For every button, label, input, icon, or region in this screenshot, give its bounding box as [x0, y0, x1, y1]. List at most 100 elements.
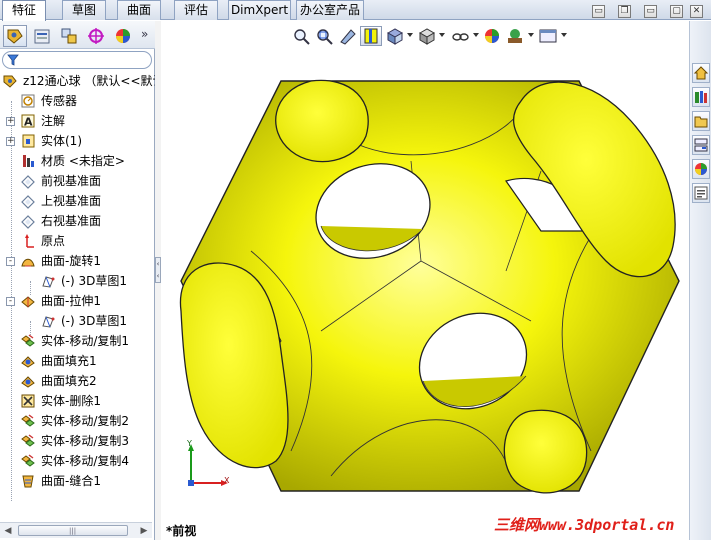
sensor-icon — [21, 94, 35, 108]
design-library-icon — [695, 91, 707, 103]
maximize-button[interactable]: ▢ — [670, 5, 683, 18]
scroll-right-icon[interactable]: ▶ — [139, 526, 149, 536]
tree-item[interactable]: (-) 3D草图1 — [0, 271, 152, 291]
material-icon — [23, 155, 34, 167]
tree-item[interactable]: 原点 — [0, 231, 152, 251]
feature-manager-panel: » z12通心球 （默认<<默认传感器 + A 注解 + 实体(1) 材质 <未指定> 前视基… — [0, 21, 165, 540]
revolve-surface-icon — [21, 258, 35, 267]
cap-top-left — [275, 79, 369, 163]
home-tab[interactable] — [692, 63, 710, 83]
close-button[interactable]: ✕ — [690, 5, 703, 18]
tree-item-label: 传感器 — [41, 94, 78, 108]
file-explorer-tab[interactable] — [692, 111, 710, 131]
tree-item-label: 注解 — [41, 114, 66, 128]
triad-y-label: Y — [187, 439, 192, 448]
feature-manager-tab[interactable] — [3, 25, 27, 47]
tree-item-label: 实体-移动/复制2 — [41, 414, 130, 428]
appearances-icon — [695, 163, 707, 175]
more-tabs-button[interactable]: » — [141, 27, 148, 41]
collapse-icon[interactable]: - — [6, 257, 15, 266]
tree-item-label: 曲面填充2 — [41, 374, 97, 388]
feature-filter[interactable] — [2, 51, 152, 69]
tree-item[interactable]: z12通心球 （默认<<默认 — [0, 71, 165, 91]
tab-evaluate[interactable]: 评估 — [174, 0, 218, 20]
delete-body-icon — [21, 394, 35, 408]
tree-item[interactable]: 实体-移动/复制1 — [0, 331, 152, 351]
tree-item-label: 前视基准面 — [41, 174, 102, 188]
3d-sketch-icon — [42, 316, 55, 328]
tree-item-label: 实体-移动/复制4 — [41, 454, 130, 468]
tree-item-label: (-) 3D草图1 — [61, 314, 128, 328]
annotation-icon: A — [21, 114, 35, 129]
graphics-area[interactable]: Y X *前视 三维网www.3dportal.cn — [161, 21, 689, 540]
tab-surfaces[interactable]: 曲面 — [117, 0, 161, 20]
view-palette-icon — [694, 138, 708, 152]
tab-dimxpert[interactable]: DimXpert — [228, 0, 291, 20]
expand-icon[interactable]: + — [6, 137, 15, 146]
tree-item[interactable]: + A 注解 — [0, 111, 152, 131]
tree-item[interactable]: 实体-移动/复制2 — [0, 411, 152, 431]
tree-item[interactable]: + 实体(1) — [0, 131, 152, 151]
tree-item[interactable]: 上视基准面 — [0, 191, 152, 211]
tree-item[interactable]: - 曲面-旋转1 — [0, 251, 152, 271]
tree-item-label: 原点 — [41, 234, 66, 248]
configuration-manager-tab[interactable] — [57, 25, 81, 47]
tree-item[interactable]: 传感器 — [0, 91, 152, 111]
move-copy-icon — [21, 414, 35, 427]
filter-icon — [7, 54, 19, 66]
move-copy-icon — [21, 454, 35, 467]
tree-item-label: 实体-删除1 — [41, 394, 101, 408]
collapse-icon[interactable]: - — [6, 297, 15, 306]
restore-button[interactable]: ❐ — [618, 5, 631, 18]
hollow-ball-model — [179, 79, 680, 494]
svg-text:A: A — [24, 116, 33, 129]
plane-icon — [21, 195, 35, 209]
display-manager-tab[interactable] — [111, 25, 135, 47]
tree-item[interactable]: 曲面-缝合1 — [0, 471, 152, 491]
design-library-tab[interactable] — [692, 87, 710, 107]
cap-bottom-right — [503, 409, 588, 494]
feature-manager-icon — [7, 29, 23, 44]
appearances-tab[interactable] — [692, 159, 710, 179]
expand-icon[interactable]: + — [6, 117, 15, 126]
dimxpert-manager-icon — [88, 28, 104, 44]
tab-office-products[interactable]: 办公室产品 — [296, 0, 364, 20]
origin-icon — [25, 234, 34, 248]
tab-sketch[interactable]: 草图 — [62, 0, 106, 20]
tab-features[interactable]: 特征 — [2, 0, 46, 21]
view-palette-tab[interactable] — [692, 135, 710, 155]
model-view[interactable] — [161, 21, 689, 540]
task-pane — [689, 21, 711, 540]
minimize-button[interactable]: ▭ — [592, 5, 605, 18]
tree-item[interactable]: 材质 <未指定> — [0, 151, 152, 171]
tree-item[interactable]: (-) 3D草图1 — [0, 311, 152, 331]
tree-item[interactable]: - 曲面-拉伸1 — [0, 291, 152, 311]
tree-item-label: 曲面-拉伸1 — [41, 294, 101, 308]
tree-item[interactable]: 实体-移动/复制3 — [0, 431, 152, 451]
scroll-left-icon[interactable]: ◀ — [3, 526, 13, 536]
tree-item-label: 曲面-缝合1 — [41, 474, 101, 488]
tree-item-label: 上视基准面 — [41, 194, 102, 208]
tree-item[interactable]: 实体-删除1 — [0, 391, 152, 411]
tree-item[interactable]: 前视基准面 — [0, 171, 152, 191]
tree-item[interactable]: 曲面填充2 — [0, 371, 152, 391]
extrude-surface-icon — [21, 296, 35, 308]
3d-sketch-icon — [42, 276, 55, 288]
tree-item-label: 右视基准面 — [41, 214, 102, 228]
tree-item[interactable]: 实体-移动/复制4 — [0, 451, 152, 471]
property-manager-tab[interactable] — [30, 25, 54, 47]
tree-item[interactable]: 曲面填充1 — [0, 351, 152, 371]
tree-item-label: 实体-移动/复制1 — [41, 334, 130, 348]
tree-item-label: 实体(1) — [41, 134, 82, 148]
custom-properties-tab[interactable] — [692, 183, 710, 203]
home-icon — [693, 66, 709, 80]
horizontal-scrollbar[interactable]: ◀ ||| ▶ — [0, 522, 152, 538]
tile-button[interactable]: ▭ — [644, 5, 657, 18]
tree-item[interactable]: 右视基准面 — [0, 211, 152, 231]
view-name: *前视 — [166, 524, 197, 538]
display-manager-icon — [116, 29, 130, 43]
plane-icon — [21, 215, 35, 229]
dimxpert-manager-tab[interactable] — [84, 25, 108, 47]
scroll-thumb[interactable]: ||| — [18, 525, 128, 536]
move-copy-icon — [21, 334, 35, 347]
